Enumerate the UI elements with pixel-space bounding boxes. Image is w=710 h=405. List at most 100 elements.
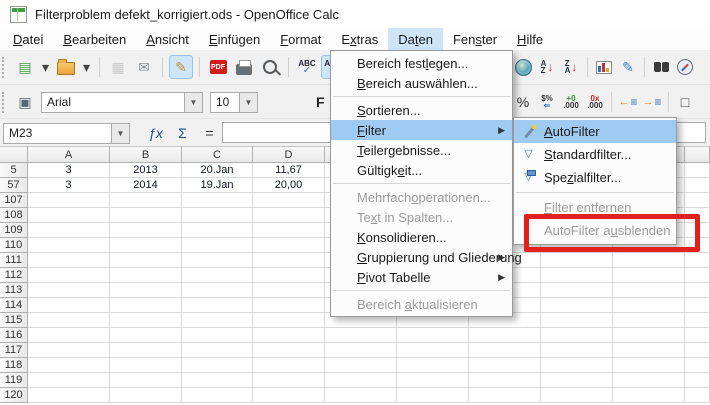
cell[interactable] <box>541 253 613 268</box>
cell[interactable] <box>28 268 110 283</box>
cell[interactable] <box>110 268 182 283</box>
menubar-item-datei[interactable]: Datei <box>3 28 53 50</box>
row-header-107[interactable]: 107 <box>0 193 28 208</box>
cell[interactable] <box>541 358 613 373</box>
menubar-item-bearbeiten[interactable]: Bearbeiten <box>53 28 136 50</box>
cell[interactable] <box>253 253 325 268</box>
cell[interactable] <box>613 358 685 373</box>
cell[interactable] <box>613 388 685 403</box>
cell[interactable] <box>182 358 253 373</box>
cell[interactable] <box>541 268 613 283</box>
menu-item-filter[interactable]: Filter▶ <box>331 120 512 140</box>
cell[interactable] <box>613 313 685 328</box>
draw-functions-icon[interactable]: ✎ <box>616 55 640 79</box>
add-decimal-icon[interactable]: +0.000 <box>559 90 583 114</box>
cell[interactable] <box>182 238 253 253</box>
cell[interactable] <box>541 313 613 328</box>
cell[interactable] <box>397 343 469 358</box>
menubar-item-format[interactable]: Format <box>270 28 331 50</box>
cell[interactable] <box>253 283 325 298</box>
cell[interactable] <box>182 268 253 283</box>
cell[interactable] <box>253 373 325 388</box>
cell[interactable] <box>110 388 182 403</box>
sort-ascending-icon[interactable]: AZ↓ <box>535 55 559 79</box>
cell[interactable] <box>110 373 182 388</box>
edit-mode-icon[interactable]: ✎ <box>169 55 193 79</box>
cell[interactable] <box>182 208 253 223</box>
cell[interactable] <box>253 328 325 343</box>
cell[interactable] <box>253 298 325 313</box>
sort-descending-icon[interactable]: ZA↓ <box>559 55 583 79</box>
cell[interactable] <box>541 328 613 343</box>
formula-equals-icon[interactable]: = <box>196 125 223 141</box>
menubar-item-ansicht[interactable]: Ansicht <box>136 28 199 50</box>
new-dropdown-icon[interactable]: ▾ <box>39 55 52 79</box>
page-preview-icon[interactable] <box>258 55 282 79</box>
cell[interactable] <box>182 328 253 343</box>
font-size-combobox[interactable]: 10 ▼ <box>210 92 258 113</box>
cell[interactable] <box>110 328 182 343</box>
cell[interactable] <box>110 208 182 223</box>
menubar-item-daten[interactable]: Daten <box>388 28 443 50</box>
cell[interactable]: 2013 <box>110 163 182 178</box>
menu-item-autofilter[interactable]: AutoFilter <box>514 120 676 143</box>
open-document-icon[interactable] <box>54 55 78 79</box>
cell[interactable] <box>469 328 541 343</box>
cell[interactable]: 3 <box>28 178 110 193</box>
menu-item-konsolidieren[interactable]: Konsolidieren... <box>331 227 512 247</box>
cell[interactable] <box>541 283 613 298</box>
insert-chart-icon[interactable] <box>592 55 616 79</box>
row-header-5[interactable]: 5 <box>0 163 28 178</box>
menubar-item-hilfe[interactable]: Hilfe <box>507 28 553 50</box>
cell[interactable] <box>613 373 685 388</box>
cell[interactable] <box>28 373 110 388</box>
cell[interactable] <box>182 373 253 388</box>
cell[interactable]: 19.Jan <box>182 178 253 193</box>
function-wizard-icon[interactable]: ƒx <box>142 125 169 141</box>
row-header-111[interactable]: 111 <box>0 253 28 268</box>
decrease-indent-icon[interactable]: ←≡ <box>616 90 640 114</box>
row-header-119[interactable]: 119 <box>0 373 28 388</box>
menu-item-gültigkeit[interactable]: Gültigkeit... <box>331 160 512 180</box>
email-icon[interactable]: ✉ <box>132 55 156 79</box>
cell[interactable] <box>325 388 397 403</box>
cell[interactable] <box>541 343 613 358</box>
row-header-114[interactable]: 114 <box>0 298 28 313</box>
cell[interactable] <box>253 388 325 403</box>
cell[interactable] <box>253 208 325 223</box>
cell[interactable]: 3 <box>28 163 110 178</box>
cell[interactable] <box>253 238 325 253</box>
cell[interactable] <box>28 223 110 238</box>
cell[interactable] <box>110 283 182 298</box>
sum-icon[interactable]: Σ <box>169 125 196 141</box>
find-replace-icon[interactable] <box>649 55 673 79</box>
chevron-down-icon[interactable]: ▼ <box>111 124 129 143</box>
increase-indent-icon[interactable]: →≡ <box>640 90 664 114</box>
open-dropdown-icon[interactable]: ▾ <box>80 55 93 79</box>
cell[interactable] <box>613 328 685 343</box>
row-header-118[interactable]: 118 <box>0 358 28 373</box>
cell[interactable] <box>182 343 253 358</box>
cell[interactable] <box>469 358 541 373</box>
cell[interactable] <box>28 388 110 403</box>
menu-item-standardfilter[interactable]: ▽Standardfilter... <box>514 143 676 166</box>
cell[interactable] <box>110 343 182 358</box>
cell[interactable] <box>182 223 253 238</box>
row-header-57[interactable]: 57 <box>0 178 28 193</box>
cell[interactable] <box>325 328 397 343</box>
cell[interactable] <box>685 298 710 313</box>
row-header-109[interactable]: 109 <box>0 223 28 238</box>
chevron-down-icon[interactable]: ▼ <box>239 93 257 112</box>
toolbar-drag-handle[interactable] <box>2 57 9 78</box>
cell[interactable] <box>28 343 110 358</box>
cell[interactable] <box>28 238 110 253</box>
row-header-113[interactable]: 113 <box>0 283 28 298</box>
cell[interactable] <box>685 343 710 358</box>
cell[interactable] <box>469 388 541 403</box>
cell[interactable] <box>182 388 253 403</box>
cell[interactable] <box>613 298 685 313</box>
borders-icon[interactable]: □ <box>673 90 697 114</box>
cell[interactable] <box>253 193 325 208</box>
menu-item-spezialfilter[interactable]: ▽Spezialfilter... <box>514 166 676 189</box>
cell[interactable] <box>469 343 541 358</box>
